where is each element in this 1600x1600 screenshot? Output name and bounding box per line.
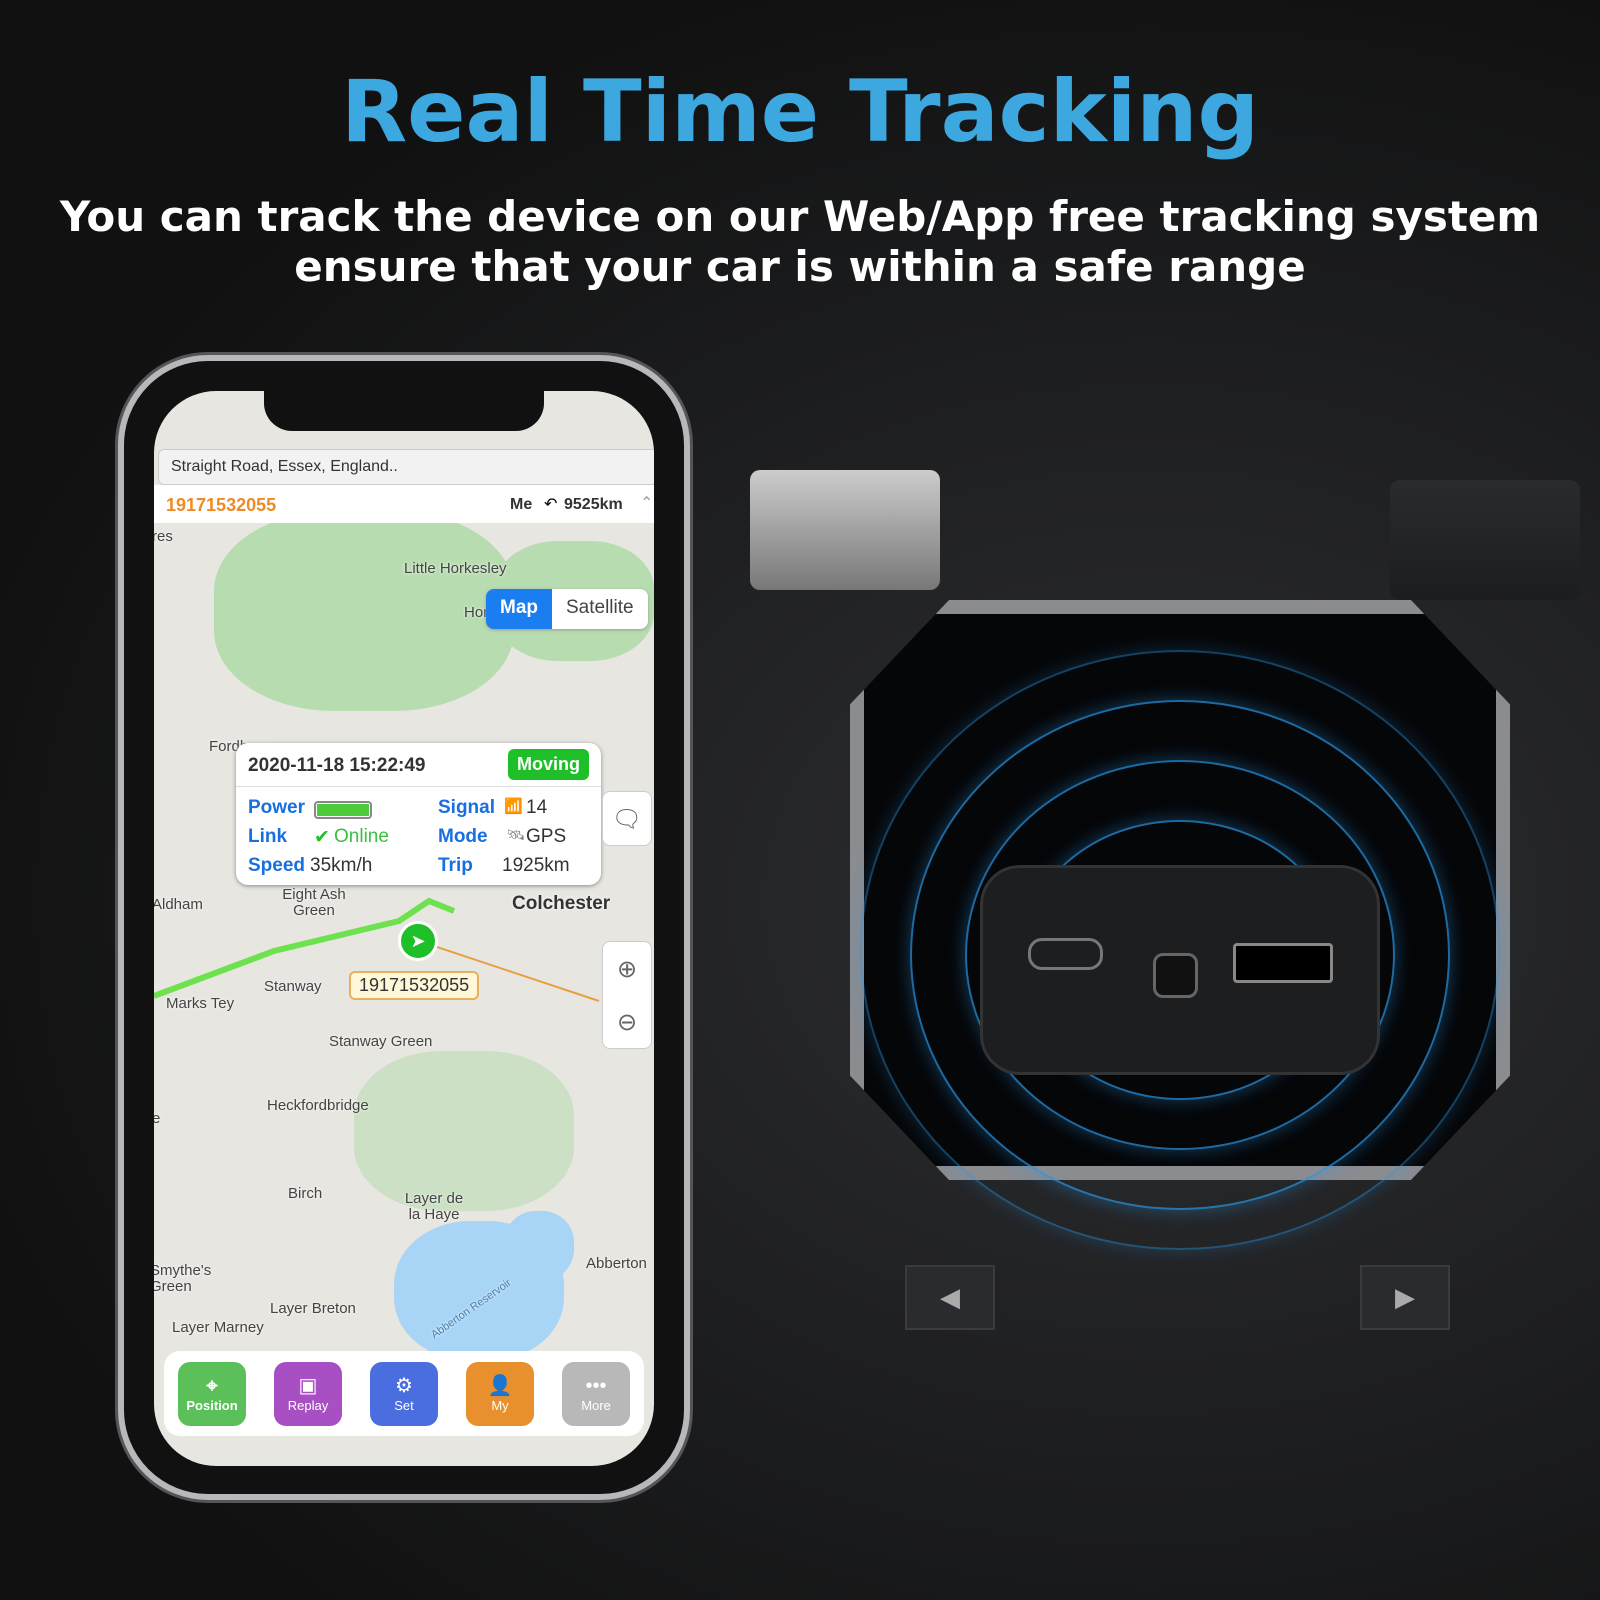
map-label: Birch — [288, 1185, 323, 1202]
signal-label: Signal — [438, 797, 496, 818]
device-id[interactable]: 19171532055 — [166, 495, 276, 516]
more-dots-icon: ••• — [585, 1375, 607, 1397]
map-label: Stanway — [264, 978, 322, 995]
wifi-icon: 📶 — [504, 798, 523, 815]
map-label: Heckfordbridge — [267, 1097, 369, 1114]
status-badge: Moving — [508, 749, 589, 780]
check-icon: ✔ — [314, 827, 330, 848]
trip-value: 1925km — [502, 855, 570, 876]
gear-icon: ⚙ — [395, 1375, 413, 1397]
left-arrow-button: ◀ — [905, 1265, 995, 1330]
console-panel — [1390, 480, 1580, 600]
map-label: Smythe's Green — [154, 1262, 212, 1295]
map-tab[interactable]: Map — [486, 589, 552, 629]
mode-label: Mode — [438, 826, 488, 847]
direction-arrow-icon: ↶ — [544, 496, 558, 513]
map-type-toggle: Map Satellite — [486, 589, 648, 629]
divider — [236, 786, 601, 787]
speed-value: 35km/h — [310, 855, 373, 876]
satellite-tab[interactable]: Satellite — [552, 589, 648, 629]
power-label: Power — [248, 797, 306, 818]
mode-value: GPS — [526, 826, 567, 847]
link-value: Online — [334, 826, 389, 847]
device-info-row: 19171532055 Me ↶ 9525km ⌃ — [154, 485, 654, 523]
link-label: Link — [248, 826, 288, 847]
tab-position[interactable]: ⌖ Position — [178, 1361, 246, 1426]
usb-c-port — [1028, 938, 1103, 970]
message-button[interactable]: 🗨 — [602, 791, 652, 846]
map-label: Aldham — [154, 896, 203, 913]
me-label: Me — [510, 496, 533, 513]
map-label: Marks Tey — [166, 995, 235, 1012]
map-label: Layer Breton — [270, 1300, 356, 1317]
timestamp: 2020-11-18 15:22:49 — [248, 755, 426, 776]
gps-tracker-device — [980, 865, 1380, 1075]
address-bar[interactable]: Straight Road, Essex, England.. — [158, 449, 654, 485]
right-arrow-button: ▶ — [1360, 1265, 1450, 1330]
console-panel — [750, 470, 940, 590]
speed-label: Speed — [248, 855, 306, 876]
signal-value: 14 — [526, 797, 548, 818]
map-label: Layer Marney — [172, 1319, 264, 1336]
trip-label: Trip — [438, 855, 473, 876]
distance: 9525km — [564, 496, 623, 513]
usb-a-port — [1233, 943, 1333, 983]
zoom-out-button[interactable]: ⊖ — [617, 1008, 637, 1036]
app-screen: Straight Road, Essex, England.. 19171532… — [154, 391, 654, 1466]
map-label: Abberton — [586, 1255, 647, 1272]
subtitle: You can track the device on our Web/App … — [59, 192, 1541, 291]
device-info-popup: 2020-11-18 15:22:49 Moving Power Link ✔ … — [236, 743, 601, 885]
map-label: Stanway Green — [329, 1033, 433, 1050]
user-icon: 👤 — [487, 1375, 513, 1397]
zoom-in-button[interactable]: ⊕ — [617, 955, 637, 983]
marker-label: 19171532055 — [349, 971, 480, 1000]
power-button — [1153, 953, 1198, 998]
bottom-tab-bar: ⌖ Position ▣ Replay ⚙ Set 👤 My ••• More — [164, 1351, 644, 1436]
collapse-icon[interactable]: ⌃ — [640, 493, 653, 513]
headline: Real Time Tracking — [340, 62, 1260, 162]
map-label: res — [154, 528, 173, 545]
tab-set[interactable]: ⚙ Set — [370, 1361, 438, 1426]
tab-replay[interactable]: ▣ Replay — [274, 1361, 342, 1426]
phone-notch — [264, 391, 544, 431]
vehicle-marker-icon[interactable]: ➤ — [398, 921, 438, 961]
map-label: Layer de la Haye — [404, 1190, 464, 1223]
tab-more[interactable]: ••• More — [562, 1361, 630, 1426]
tab-my[interactable]: 👤 My — [466, 1361, 534, 1426]
map-label: Colchester — [512, 893, 611, 914]
satellite-icon: 🛰 — [506, 827, 526, 844]
battery-icon — [314, 801, 372, 819]
zoom-controls: ⊕ ⊖ — [602, 941, 652, 1049]
location-pin-icon: ⌖ — [206, 1375, 218, 1397]
map-label: Little Horkesley — [404, 560, 507, 577]
map-label: Eight Ash Green — [282, 886, 346, 919]
video-icon: ▣ — [298, 1375, 318, 1397]
phone: Straight Road, Essex, England.. 19171532… — [118, 355, 690, 1500]
map-label: e — [154, 1110, 161, 1127]
